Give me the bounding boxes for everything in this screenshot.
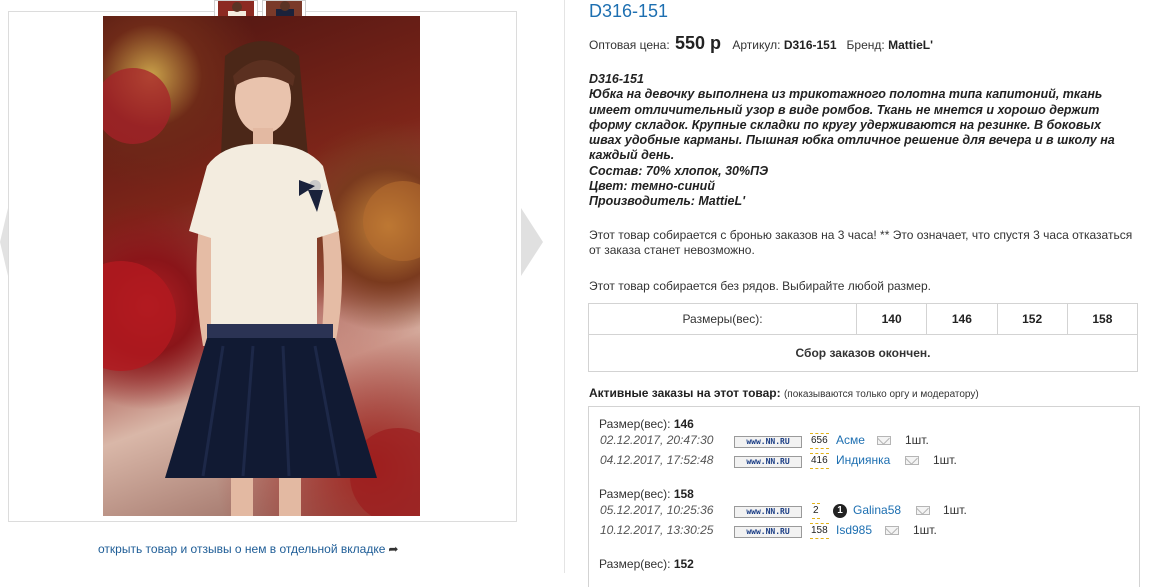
envelope-icon[interactable] (905, 456, 919, 465)
user-link[interactable]: Индиянка (836, 453, 890, 467)
group-size-label: Размер(вес): (599, 487, 671, 501)
envelope-icon[interactable] (877, 436, 891, 445)
column-divider (564, 0, 565, 573)
user-rating-badge: 2 (812, 503, 820, 519)
description-line: Производитель: MattieL' (589, 194, 746, 209)
active-orders-title: Активные заказы на этот товар: (589, 386, 781, 400)
envelope-icon[interactable] (885, 526, 899, 535)
status-row: Сбор заказов окончен. (588, 334, 1138, 372)
size-146[interactable]: 146 (926, 303, 998, 335)
sizes-table: Размеры(вес): 140 146 152 158 Сбор заказ… (588, 303, 1139, 372)
reserve-note: Этот товар собирается с бронью заказов н… (589, 228, 1133, 257)
no-rows-note: Этот товар собирается без рядов. Выбирай… (589, 279, 931, 293)
user-rating-badge: 656 (810, 433, 829, 449)
group-size-value: 146 (673, 417, 694, 431)
envelope-icon[interactable] (916, 506, 930, 515)
description-line: форму складок. Крупные складки по кругу … (589, 117, 1102, 132)
description-line: каждый день. (589, 148, 675, 163)
user-link[interactable]: Isd985 (836, 523, 872, 537)
description-line: имеет отличительный узор в виде ромбов. … (589, 102, 1100, 117)
product-title: D316-151 (589, 1, 669, 21)
order-date: 02.12.2017, 20:47:30 (600, 433, 714, 447)
product-description: D316-151 Юбка на девочку выполнена из тр… (589, 72, 1149, 210)
article-label: Артикул: (732, 38, 781, 52)
article-value: D316-151 (783, 38, 837, 52)
group-size-label: Размер(вес): (599, 557, 671, 571)
price-value: 550 р (675, 33, 722, 53)
open-in-new-tab-link[interactable]: открыть товар и отзывы о нем в отдельной… (98, 542, 398, 556)
group-size-value: 158 (673, 487, 694, 501)
price-label: Оптовая цена: (589, 38, 670, 52)
description-line: Состав: 70% хлопок, 30%ПЭ (589, 163, 769, 178)
nn-ru-logo[interactable]: www.NN.RU (734, 436, 802, 448)
order-qty: 1шт. (943, 503, 967, 517)
prev-image-arrow[interactable] (0, 208, 8, 276)
nn-ru-logo[interactable]: www.NN.RU (734, 506, 802, 518)
user-rating-badge: 158 (810, 523, 829, 539)
order-date: 04.12.2017, 17:52:48 (600, 453, 714, 467)
brand-label: Бренд: (846, 38, 885, 52)
size-158[interactable]: 158 (1066, 303, 1139, 335)
sizes-row: Размеры(вес): 140 146 152 158 (588, 303, 1139, 335)
nn-ru-logo[interactable]: www.NN.RU (734, 456, 802, 468)
share-arrow-icon: ➦ (388, 542, 399, 556)
sizes-label: Размеры(вес): (588, 303, 857, 335)
size-152[interactable]: 152 (996, 303, 1068, 335)
user-link[interactable]: Асме (836, 433, 865, 447)
description-line: D316-151 (589, 72, 644, 86)
description-line: швах удобные карманы. Пышная юбка отличн… (589, 133, 1115, 148)
order-qty: 1шт. (905, 433, 929, 447)
user-badge: 1 (833, 504, 847, 518)
order-qty: 1шт. (913, 523, 937, 537)
order-group-header: Размер(вес): 158 (599, 487, 694, 501)
group-size-label: Размер(вес): (599, 417, 671, 431)
brand-value: MattieL' (888, 38, 933, 52)
user-link[interactable]: Galina58 (853, 503, 901, 517)
active-orders-box: Размер(вес): 146 02.12.2017, 20:47:30 ww… (588, 406, 1140, 587)
order-group-header: Размер(вес): 152 (599, 557, 694, 571)
next-image-arrow[interactable] (521, 208, 543, 276)
price-line: Оптовая цена: 550 р Артикул: D316-151 Бр… (589, 33, 933, 54)
order-group-header: Размер(вес): 146 (599, 417, 694, 431)
order-qty: 1шт. (933, 453, 957, 467)
description-line: Юбка на девочку выполнена из трикотажног… (589, 87, 1103, 102)
active-orders-heading: Активные заказы на этот товар: (показыва… (589, 386, 979, 400)
product-photo[interactable] (103, 16, 420, 516)
nn-ru-logo[interactable]: www.NN.RU (734, 526, 802, 538)
size-140[interactable]: 140 (855, 303, 928, 335)
open-in-new-tab-text[interactable]: открыть товар и отзывы о нем в отдельной… (98, 542, 385, 556)
user-rating-badge: 416 (810, 453, 829, 469)
order-date: 05.12.2017, 10:25:36 (600, 503, 714, 517)
active-orders-note: (показываются только оргу и модератору) (783, 389, 979, 400)
girl-in-skirt-illustration (103, 41, 420, 516)
collection-closed-status: Сбор заказов окончен. (588, 334, 1138, 372)
description-line: Цвет: темно-синий (589, 179, 715, 194)
group-size-value: 152 (673, 557, 694, 571)
order-date: 10.12.2017, 13:30:25 (600, 523, 714, 537)
